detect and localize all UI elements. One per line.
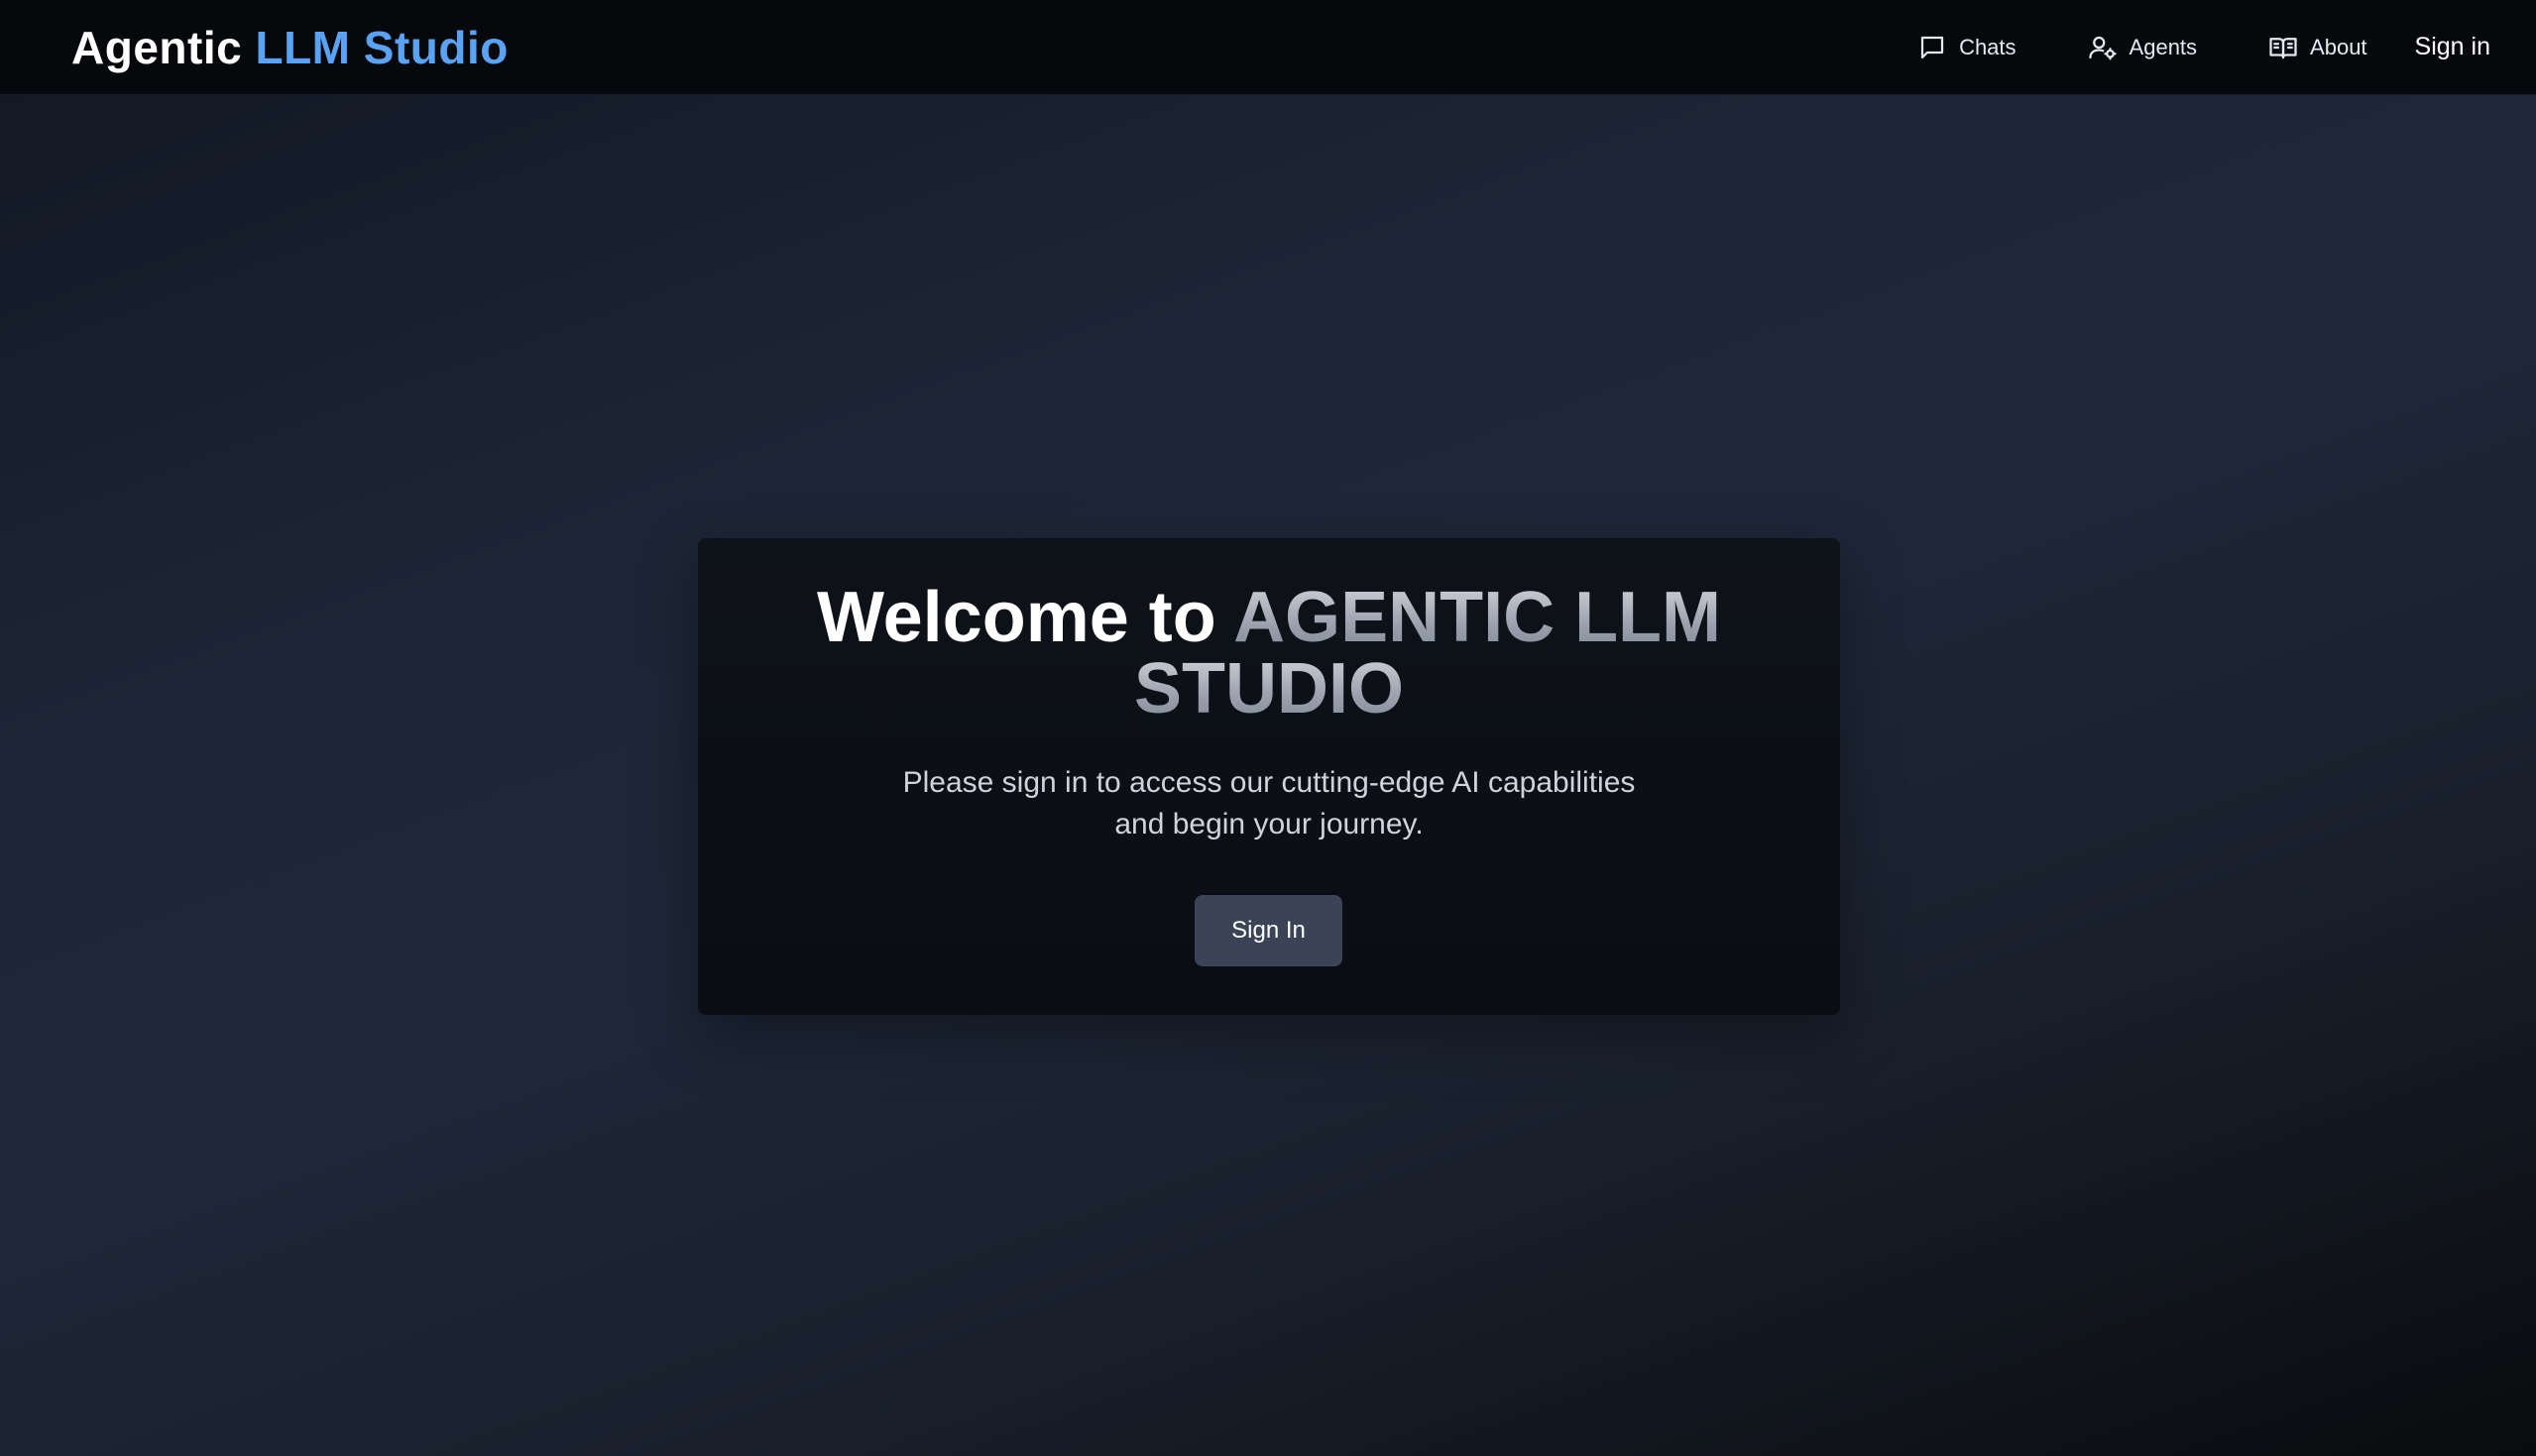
- welcome-title: Welcome to AGENTIC LLM STUDIO: [757, 582, 1781, 725]
- nav-label-agents: Agents: [2129, 34, 2198, 59]
- chat-icon: [1920, 36, 1944, 58]
- nav-label-about: About: [2310, 34, 2367, 59]
- main-nav: Chats Agents About Sign in: [1846, 33, 2490, 62]
- brand-name-primary: Agentic: [71, 21, 243, 73]
- nav-item-about[interactable]: About: [2268, 33, 2367, 62]
- user-gear-icon: [2088, 36, 2117, 59]
- signin-button[interactable]: Sign In: [1195, 895, 1342, 966]
- nav-item-chats[interactable]: Chats: [1917, 33, 2017, 62]
- welcome-subtitle: Please sign in to access our cutting-edg…: [902, 766, 1636, 840]
- welcome-card: Welcome to AGENTIC LLM STUDIO Please sig…: [698, 538, 1840, 1015]
- welcome-title-lead: Welcome to: [816, 578, 1216, 657]
- welcome-title-brand: AGENTIC LLM STUDIO: [1133, 578, 1722, 728]
- top-navbar: Agentic LLM Studio Chats Agents About Si…: [0, 0, 2536, 95]
- nav-label-chats: Chats: [1959, 34, 2017, 59]
- book-icon: [2269, 37, 2297, 58]
- nav-item-agents[interactable]: Agents: [2088, 33, 2198, 62]
- header-signin-link[interactable]: Sign in: [2415, 33, 2490, 61]
- brand-logo[interactable]: Agentic LLM Studio: [71, 21, 509, 74]
- brand-name-accent: LLM Studio: [255, 21, 509, 73]
